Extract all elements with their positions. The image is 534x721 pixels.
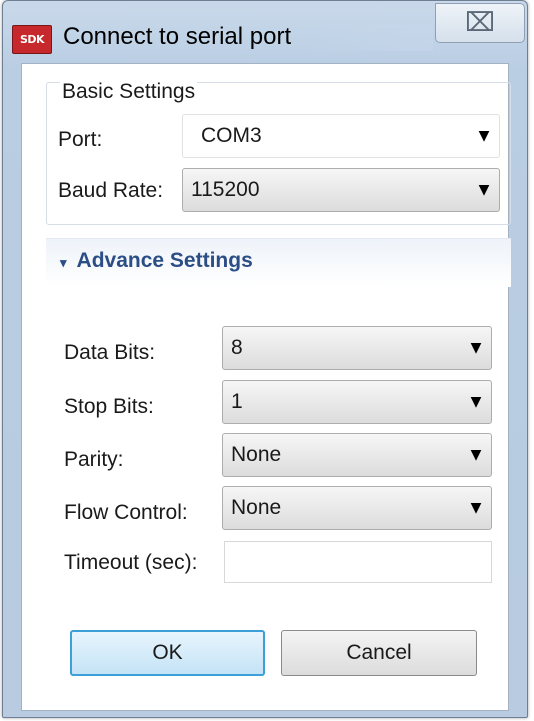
baud-rate-value: 115200 bbox=[191, 178, 260, 201]
dialog-content: Basic Settings Port: COM3 ▼ Baud Rate: 1… bbox=[21, 63, 511, 711]
port-select[interactable]: COM3 ▼ bbox=[182, 114, 500, 158]
port-label: Port: bbox=[58, 128, 103, 151]
chevron-down-icon: ▼ bbox=[470, 340, 482, 356]
stop-bits-label: Stop Bits: bbox=[64, 395, 154, 418]
triangle-down-icon: ▾ bbox=[60, 255, 67, 270]
chevron-down-icon: ▼ bbox=[478, 182, 490, 198]
sdk-app-icon: SDK bbox=[12, 25, 52, 54]
cancel-button[interactable]: Cancel bbox=[281, 630, 477, 676]
advance-settings-label: Advance Settings bbox=[76, 249, 253, 272]
port-value: COM3 bbox=[201, 124, 262, 147]
title-bar-background bbox=[303, 25, 433, 51]
ok-button-label: OK bbox=[152, 641, 183, 664]
basic-settings-title: Basic Settings bbox=[60, 80, 198, 104]
advance-settings-header[interactable]: ▾ Advance Settings bbox=[46, 238, 511, 287]
title-bar[interactable]: SDK Connect to serial port ⌧ bbox=[3, 1, 527, 63]
parity-label: Parity: bbox=[64, 448, 124, 471]
data-bits-value: 8 bbox=[231, 336, 243, 359]
ok-button[interactable]: OK bbox=[70, 630, 265, 676]
chevron-down-icon: ▼ bbox=[470, 447, 482, 463]
parity-select[interactable]: None ▼ bbox=[222, 433, 492, 477]
flow-control-label: Flow Control: bbox=[64, 501, 188, 524]
baud-rate-select[interactable]: 115200 ▼ bbox=[182, 168, 500, 212]
window-title: Connect to serial port bbox=[63, 23, 292, 50]
timeout-input[interactable] bbox=[224, 541, 492, 583]
stop-bits-select[interactable]: 1 ▼ bbox=[222, 380, 492, 424]
data-bits-label: Data Bits: bbox=[64, 341, 156, 364]
dialog-window: SDK Connect to serial port ⌧ Basic Setti… bbox=[2, 0, 528, 718]
close-button[interactable]: ⌧ bbox=[435, 3, 525, 43]
chevron-down-icon: ▼ bbox=[470, 500, 482, 516]
stop-bits-value: 1 bbox=[231, 390, 243, 413]
advance-settings-title[interactable]: ▾ Advance Settings bbox=[60, 249, 253, 273]
chevron-down-icon: ▼ bbox=[470, 394, 482, 410]
timeout-label: Timeout (sec): bbox=[64, 551, 198, 574]
chevron-down-icon: ▼ bbox=[478, 128, 490, 144]
flow-control-select[interactable]: None ▼ bbox=[222, 486, 492, 530]
cancel-button-label: Cancel bbox=[346, 641, 412, 664]
parity-value: None bbox=[231, 443, 282, 466]
close-icon: ⌧ bbox=[465, 8, 495, 38]
baud-rate-label: Baud Rate: bbox=[58, 179, 164, 202]
data-bits-select[interactable]: 8 ▼ bbox=[222, 326, 492, 370]
flow-control-value: None bbox=[231, 496, 282, 519]
